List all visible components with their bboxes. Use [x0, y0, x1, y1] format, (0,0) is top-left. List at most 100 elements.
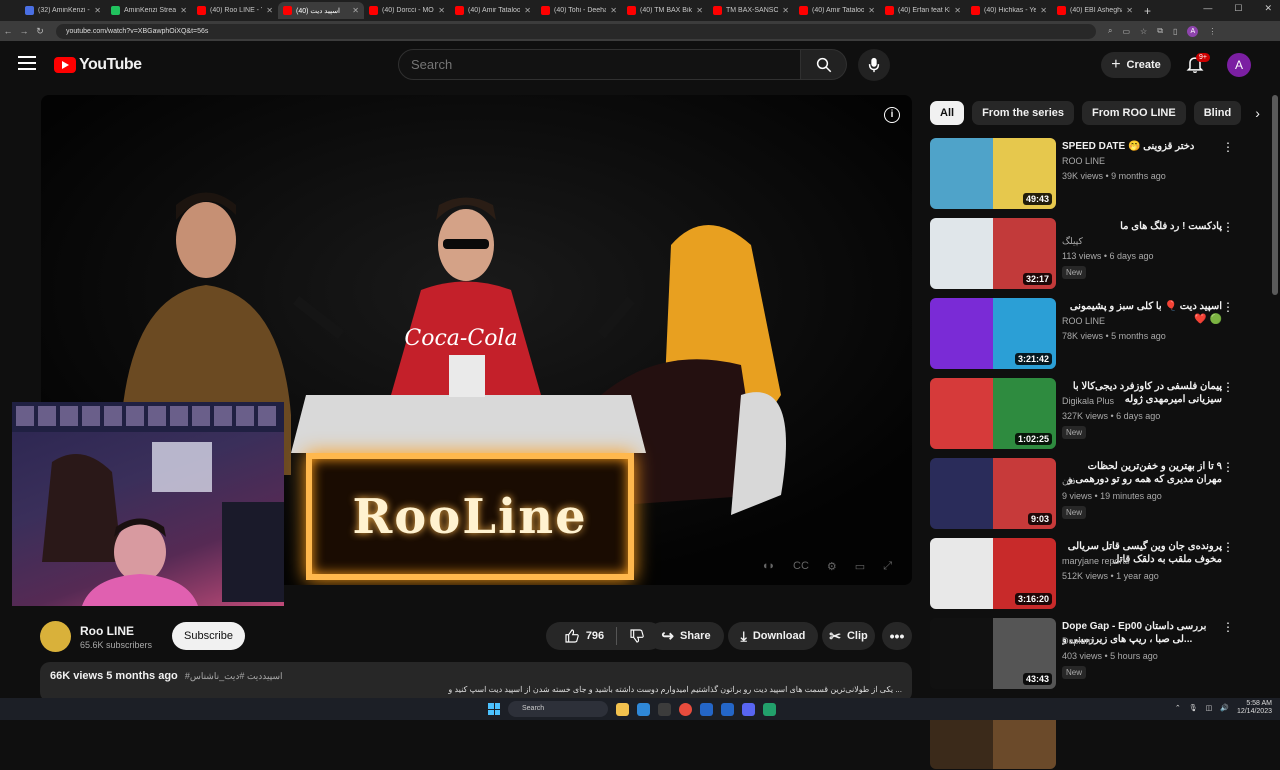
search-button[interactable] [801, 49, 847, 80]
extensions-icon[interactable]: ⧉ [1157, 26, 1163, 36]
video-thumbnail[interactable]: 49:43 [930, 138, 1056, 209]
more-options-icon[interactable]: ⋮ [1222, 300, 1234, 314]
forward-icon[interactable]: → [16, 26, 32, 36]
recommended-video[interactable]: 1:02:25 پیمان فلسفی در کاوزفرد دیجی‌کالا … [930, 378, 1240, 450]
clip-button[interactable]: ✂ Clip [822, 622, 875, 650]
filter-chip[interactable]: From ROO LINE [1081, 101, 1186, 125]
url-bar[interactable]: youtube.com/watch?v=XBGawphOiXQ&t=56s [56, 23, 1096, 39]
create-button[interactable]: + Create [1101, 52, 1171, 78]
tab-close-icon[interactable]: ✕ [1126, 6, 1133, 15]
maximize-icon[interactable]: ☐ [1234, 3, 1242, 14]
app-icon-3[interactable] [763, 702, 776, 716]
tab-close-icon[interactable]: ✕ [180, 6, 187, 15]
share-button[interactable]: ↪ Share [648, 622, 724, 650]
tray-chevron-icon[interactable]: ⌃ [1175, 704, 1181, 712]
recommended-video[interactable]: 43:43 Dope Gap - Ep00 بررسی داستان ...لی … [930, 618, 1240, 690]
search-input[interactable] [398, 49, 801, 80]
toggle-icon[interactable]: ◖◗ [762, 560, 775, 573]
app-icon[interactable] [658, 702, 671, 716]
browser-tab[interactable]: TM BAX-SANSOOR✕ [708, 2, 794, 19]
more-actions-button[interactable]: ••• [882, 622, 912, 650]
fullscreen-icon[interactable]: ⤢ [883, 560, 892, 573]
chrome-icon[interactable] [679, 702, 692, 716]
video-thumbnail[interactable]: 9:03 [930, 458, 1056, 529]
chevron-right-icon[interactable]: › [1255, 105, 1260, 121]
sidepanel-icon[interactable]: ▯ [1173, 27, 1177, 36]
more-options-icon[interactable]: ⋮ [1222, 140, 1234, 154]
youtube-logo[interactable]: YouTube [54, 56, 142, 74]
recommended-video[interactable]: 3:21:42 اسپید دیت 🎈 با کلی سبز و پشیمونی … [930, 298, 1240, 370]
video-thumbnail[interactable]: 3:16:20 [930, 538, 1056, 609]
menu-hamburger-icon[interactable] [18, 56, 36, 70]
description-box[interactable]: 66K views 5 months ago #اسپیددیت #دیت_نا… [40, 662, 912, 702]
windows-start-icon[interactable] [488, 703, 500, 715]
tab-close-icon[interactable]: ✕ [696, 6, 703, 15]
video-thumbnail[interactable]: 43:43 [930, 618, 1056, 689]
video-title[interactable]: SPEED DATE 🤭 دختر قزوینی [1062, 140, 1222, 153]
tab-close-icon[interactable]: ✕ [1040, 6, 1047, 15]
taskbar-clock[interactable]: 5:58 AM 12/14/2023 [1237, 700, 1272, 716]
browser-tab[interactable]: (32) AminKenzi - Tv ✕ [20, 2, 106, 19]
filter-chip[interactable]: All [930, 101, 965, 125]
more-options-icon[interactable]: ⋮ [1222, 380, 1234, 394]
volume-icon[interactable]: 🔊 [1220, 704, 1229, 712]
tab-close-icon[interactable]: ✕ [610, 6, 617, 15]
tab-close-icon[interactable]: ✕ [782, 6, 789, 15]
video-channel[interactable]: ROO LINE [1062, 156, 1105, 166]
browser-tab[interactable]: (40) Amir Tataloo - ✕ [450, 2, 536, 19]
channel-name[interactable]: Roo LINE [80, 624, 134, 638]
tab-close-icon[interactable]: ✕ [868, 6, 875, 15]
file-explorer-icon[interactable] [616, 702, 629, 716]
more-options-icon[interactable]: ⋮ [1222, 620, 1234, 634]
minimize-icon[interactable]: — [1203, 3, 1212, 14]
cast-icon[interactable]: ▭ [1122, 27, 1130, 36]
video-channel[interactable]: ROO LINE [1062, 316, 1105, 326]
browser-tab[interactable]: (40) Erfan feat Khos ✕ [880, 2, 966, 19]
download-button[interactable]: ⤓ Download [728, 622, 818, 650]
discord-icon[interactable] [742, 702, 755, 716]
edge-browser-icon[interactable] [637, 702, 650, 716]
browser-tab[interactable]: (40) Dorcci - MOFT ✕ [364, 2, 450, 19]
more-options-icon[interactable]: ⋮ [1222, 540, 1234, 554]
settings-gear-icon[interactable]: ⚙ [827, 560, 837, 573]
browser-tab[interactable]: (40) Hichkas - Ye M✕ [966, 2, 1052, 19]
new-tab-button[interactable]: + [1144, 4, 1151, 18]
captions-icon[interactable]: CC [793, 560, 809, 573]
tab-close-icon[interactable]: ✕ [438, 6, 445, 15]
reload-icon[interactable]: ↻ [32, 26, 48, 37]
tab-close-icon[interactable]: ✕ [352, 6, 359, 15]
tab-close-icon[interactable]: ✕ [954, 6, 961, 15]
video-title[interactable]: ۹ تا از بهترین و خفن‌ترین لحظات مهران مد… [1062, 460, 1222, 486]
zoom-icon[interactable]: ⌕ [1108, 26, 1112, 36]
tab-close-icon[interactable]: ✕ [266, 6, 273, 15]
back-icon[interactable]: ← [0, 26, 16, 36]
more-options-icon[interactable]: ⋮ [1222, 220, 1234, 234]
video-channel[interactable]: maryjane reports [1062, 556, 1130, 566]
like-button[interactable]: 796 [564, 628, 604, 644]
vscode-icon[interactable] [700, 702, 713, 716]
recommended-video[interactable]: 9:03 ۹ تا از بهترین و خفن‌ترین لحظات مهرا… [930, 458, 1240, 530]
tab-close-icon[interactable]: ✕ [524, 6, 531, 15]
network-icon[interactable]: ◫ [1206, 704, 1213, 712]
browser-tab[interactable]: (40) Roo LINE - You ✕ [192, 2, 278, 19]
browser-tab[interactable]: (40) TM BAX Bikhiz ✕ [622, 2, 708, 19]
browser-tab[interactable]: (40) EBI Asheghane ✕ [1052, 2, 1138, 19]
video-channel[interactable]: Digikala Plus [1062, 396, 1114, 406]
video-channel[interactable]: فان [1062, 476, 1076, 487]
miniplayer-icon[interactable]: ▭ [855, 560, 865, 573]
video-channel[interactable]: کپیلگ [1062, 236, 1083, 247]
info-icon[interactable]: i [884, 107, 900, 123]
page-scrollbar[interactable] [1272, 95, 1278, 295]
app-icon-2[interactable] [721, 702, 734, 716]
subscribe-button[interactable]: Subscribe [172, 622, 245, 650]
video-thumbnail[interactable]: 3:21:42 [930, 298, 1056, 369]
video-title[interactable]: پادکست ! رد فلگ های ما [1062, 220, 1222, 233]
close-window-icon[interactable]: ✕ [1264, 3, 1272, 14]
account-avatar[interactable]: A [1227, 53, 1251, 77]
recommended-video[interactable]: 49:43 SPEED DATE 🤭 دختر قزوینی ROO LINE 39K… [930, 138, 1240, 210]
browser-tab[interactable]: (40) Tohi - Deehan ✕ [536, 2, 622, 19]
profile-avatar[interactable]: A [1187, 25, 1199, 37]
channel-avatar[interactable] [40, 621, 71, 652]
browser-tab[interactable]: (40) اسپید دیت ✕ [278, 2, 364, 19]
thumbs-down-icon[interactable] [629, 628, 645, 644]
